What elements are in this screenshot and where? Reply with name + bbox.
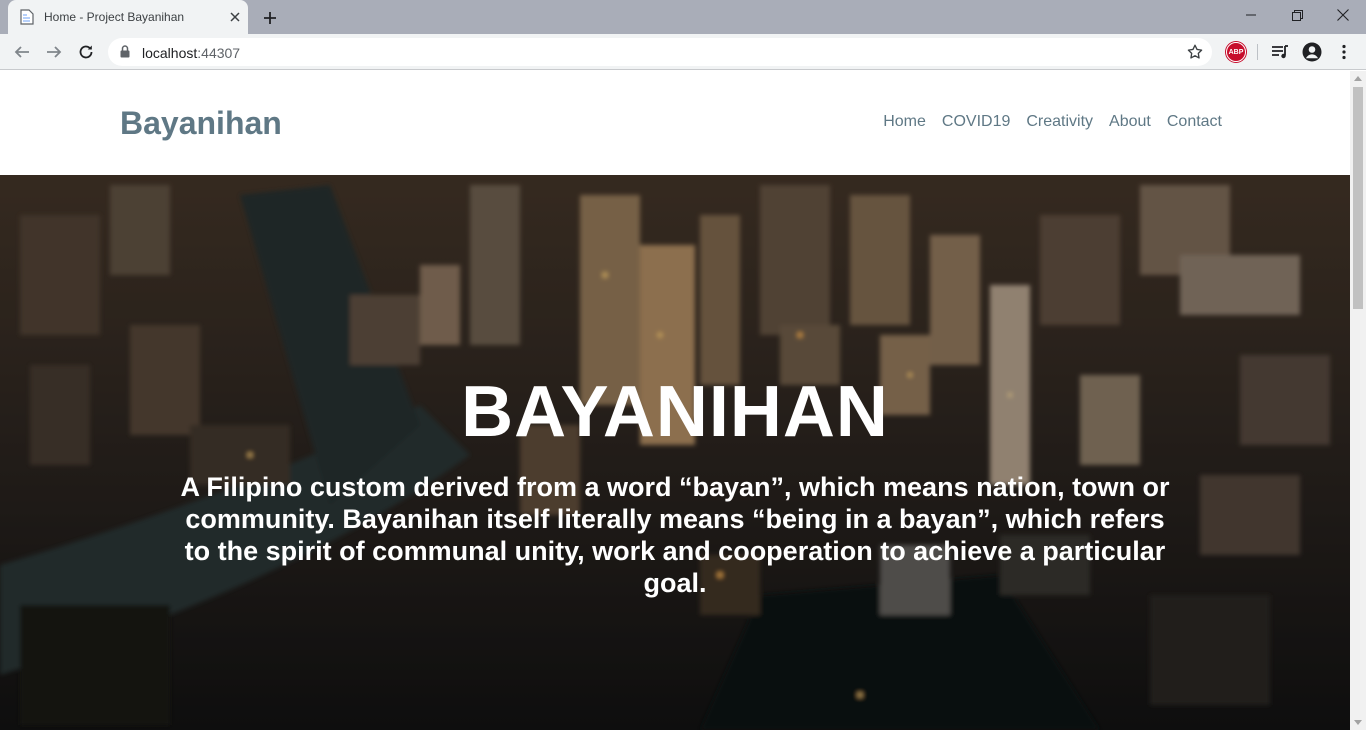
toolbar-divider xyxy=(1257,44,1258,60)
hero-section: BAYANIHAN A Filipino custom derived from… xyxy=(0,175,1350,730)
hero-title: BAYANIHAN xyxy=(461,372,889,452)
reload-icon[interactable] xyxy=(72,38,100,66)
adblock-icon[interactable]: ABP xyxy=(1226,42,1246,62)
scroll-up-icon[interactable] xyxy=(1354,76,1362,81)
page-scrollbar[interactable] xyxy=(1350,71,1366,730)
url-host: localhost xyxy=(142,45,198,61)
nav-contact[interactable]: Contact xyxy=(1167,113,1222,131)
brand-logo[interactable]: Bayanihan xyxy=(120,105,282,142)
nav-covid19[interactable]: COVID19 xyxy=(942,113,1010,131)
nav-creativity[interactable]: Creativity xyxy=(1026,113,1093,131)
nav-about[interactable]: About xyxy=(1109,113,1151,131)
media-icon[interactable] xyxy=(1270,42,1290,62)
close-window-icon[interactable] xyxy=(1320,0,1366,30)
menu-icon[interactable] xyxy=(1334,42,1354,62)
address-bar[interactable]: localhost:44307 xyxy=(108,38,1212,66)
close-icon[interactable] xyxy=(226,8,244,26)
url-port: :44307 xyxy=(197,45,241,61)
url-text[interactable]: localhost:44307 xyxy=(142,45,240,61)
page-viewport: Bayanihan Home COVID19 Creativity About … xyxy=(0,71,1350,730)
page-icon xyxy=(20,9,34,25)
minimize-icon[interactable] xyxy=(1228,0,1274,30)
site-nav: Home COVID19 Creativity About Contact xyxy=(883,113,1222,131)
tab-strip: Home - Project Bayanihan xyxy=(0,0,1366,34)
scroll-down-icon[interactable] xyxy=(1354,720,1362,725)
plus-icon[interactable] xyxy=(258,6,282,30)
forward-icon[interactable] xyxy=(40,38,68,66)
hero-description: A Filipino custom derived from a word “b… xyxy=(180,472,1170,598)
scrollbar-thumb[interactable] xyxy=(1353,87,1363,309)
browser-tab[interactable]: Home - Project Bayanihan xyxy=(8,0,248,34)
tab-title: Home - Project Bayanihan xyxy=(44,10,185,24)
lock-icon[interactable] xyxy=(120,45,130,63)
back-icon[interactable] xyxy=(8,38,36,66)
nav-home[interactable]: Home xyxy=(883,113,926,131)
site-header: Bayanihan Home COVID19 Creativity About … xyxy=(0,71,1350,175)
star-icon[interactable] xyxy=(1186,43,1204,66)
browser-toolbar: localhost:44307 ABP xyxy=(0,34,1366,70)
account-icon[interactable] xyxy=(1302,42,1322,62)
restore-icon[interactable] xyxy=(1274,0,1320,30)
